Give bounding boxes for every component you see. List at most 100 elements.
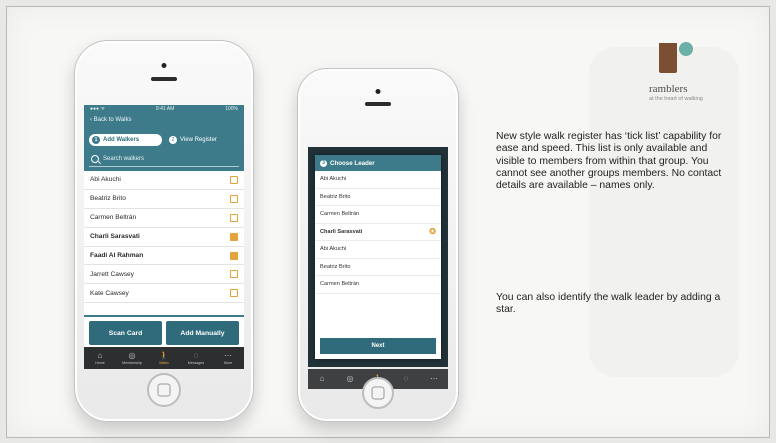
tab-more[interactable]: ⋯ More bbox=[212, 347, 244, 369]
tab-walks-label: Walks bbox=[159, 360, 169, 365]
tab-membership[interactable]: ◎ Membership bbox=[116, 347, 148, 369]
tab-membership[interactable]: ◎ bbox=[336, 369, 364, 389]
member-row[interactable]: Beatriz Brito bbox=[315, 189, 441, 206]
next-button[interactable]: Next bbox=[320, 338, 436, 354]
member-name: Abi Akuchi bbox=[320, 246, 347, 253]
search-icon bbox=[91, 155, 99, 163]
checkbox[interactable] bbox=[230, 289, 238, 298]
tab-messages-label: Messages bbox=[187, 360, 205, 365]
tab-membership-label: Membership bbox=[122, 360, 142, 365]
choose-leader-dialog: 3 Choose Leader Abi Akuchi Beatriz Brito… bbox=[315, 155, 441, 359]
status-bar: ●●● ᯤ 9:41 AM 100% bbox=[84, 105, 244, 115]
walker-row[interactable]: Abi Akuchi bbox=[84, 171, 244, 190]
member-row[interactable]: Abi Akuchi bbox=[315, 171, 441, 189]
member-name: Beatriz Brito bbox=[320, 193, 351, 200]
tab-view-register[interactable]: 2 View Register bbox=[166, 134, 239, 146]
membership-icon: ◎ bbox=[346, 374, 354, 383]
walker-icon: 🚶 bbox=[159, 350, 169, 360]
member-name: Abi Akuchi bbox=[320, 176, 347, 183]
messages-icon: ◌ bbox=[193, 350, 199, 360]
member-row[interactable]: Charli Sarasvati ✪ bbox=[315, 224, 441, 241]
walker-name: Abi Akuchi bbox=[90, 176, 121, 184]
action-bar: Scan Card Add Manually bbox=[84, 317, 244, 349]
more-icon: ⋯ bbox=[430, 374, 438, 383]
member-name: Carmen Beltrán bbox=[320, 281, 360, 288]
phone-choose-leader: 3 Choose Leader Abi Akuchi Beatriz Brito… bbox=[297, 68, 459, 422]
earpiece-speaker bbox=[151, 77, 177, 81]
step-number: 1 bbox=[92, 136, 100, 144]
search-placeholder: Search walkers bbox=[103, 156, 145, 162]
member-row[interactable]: Carmen Beltrán bbox=[315, 206, 441, 224]
tab-home-label: Home bbox=[95, 360, 105, 365]
walker-row[interactable]: Jarrett Cawsey bbox=[84, 265, 244, 285]
logo-r-mark bbox=[659, 43, 677, 73]
walker-list: Abi Akuchi Beatriz Brito Carmen Beltrán … bbox=[84, 171, 244, 315]
home-button[interactable] bbox=[147, 373, 181, 407]
walk-register-screen: ●●● ᯤ 9:41 AM 100% ‹ Back to Walks 1 Add… bbox=[84, 105, 244, 369]
step-number: 2 bbox=[169, 136, 177, 144]
member-name: Beatriz Brito bbox=[320, 263, 351, 270]
back-to-walks-link[interactable]: ‹ Back to Walks bbox=[84, 115, 244, 132]
walker-row[interactable]: Carmen Beltrán bbox=[84, 209, 244, 228]
dialog-header: 3 Choose Leader bbox=[315, 155, 441, 171]
tab-messages[interactable]: ◌ Messages bbox=[180, 347, 212, 369]
clock: 9:41 AM bbox=[155, 106, 175, 112]
ramblers-logo: ramblers at the heart of walking bbox=[646, 38, 736, 112]
caption-walk-leader: You can also identify the walk leader by… bbox=[496, 292, 721, 316]
tab-more[interactable]: ⋯ bbox=[420, 369, 448, 389]
choose-leader-screen: 3 Choose Leader Abi Akuchi Beatriz Brito… bbox=[308, 147, 448, 367]
walker-name: Charli Sarasvati bbox=[90, 233, 140, 241]
messages-icon: ◌ bbox=[403, 374, 409, 383]
earpiece-speaker bbox=[365, 102, 391, 106]
scan-card-button[interactable]: Scan Card bbox=[89, 321, 162, 345]
walker-name: Beatriz Brito bbox=[90, 195, 126, 203]
more-icon: ⋯ bbox=[224, 350, 232, 360]
front-camera bbox=[375, 89, 381, 94]
membership-icon: ◎ bbox=[128, 350, 136, 360]
member-name: Charli Sarasvati bbox=[320, 228, 363, 235]
dialog-title: Choose Leader bbox=[330, 159, 375, 167]
tab-home[interactable]: ⌂ Home bbox=[84, 347, 116, 369]
member-row[interactable]: Abi Akuchi bbox=[315, 241, 441, 259]
home-button-icon bbox=[371, 386, 385, 400]
tab-home[interactable]: ⌂ bbox=[308, 369, 336, 389]
member-row[interactable]: Beatriz Brito bbox=[315, 259, 441, 276]
checkbox[interactable] bbox=[230, 251, 238, 260]
home-button-icon bbox=[157, 383, 171, 397]
checkbox[interactable] bbox=[230, 232, 238, 241]
leader-star-icon[interactable]: ✪ bbox=[429, 227, 436, 236]
tab-walks[interactable]: 🚶 Walks bbox=[148, 347, 180, 369]
walker-name: Faadi Al Rahman bbox=[90, 252, 144, 259]
back-label: Back to Walks bbox=[93, 117, 132, 123]
logo-dot bbox=[679, 42, 693, 56]
front-camera bbox=[161, 63, 167, 68]
signal-status: ●●● ᯤ bbox=[90, 106, 106, 112]
member-row[interactable]: Carmen Beltrán bbox=[315, 276, 441, 294]
walker-name: Kate Cawsey bbox=[90, 289, 129, 297]
home-button[interactable] bbox=[362, 377, 394, 409]
walker-row[interactable]: Kate Cawsey bbox=[84, 284, 244, 304]
checkbox[interactable] bbox=[230, 194, 238, 203]
caption-tick-list: New style walk register has ‘tick list’ … bbox=[496, 131, 722, 192]
tab-more-label: More bbox=[223, 360, 233, 365]
home-icon: ⌂ bbox=[97, 350, 103, 360]
add-manually-button[interactable]: Add Manually bbox=[166, 321, 239, 345]
tab-label: View Register bbox=[180, 137, 217, 143]
walker-name: Carmen Beltrán bbox=[90, 214, 137, 222]
checkbox[interactable] bbox=[230, 213, 238, 222]
walker-row[interactable]: Faadi Al Rahman bbox=[84, 247, 244, 266]
register-tabs: 1 Add Walkers 2 View Register bbox=[84, 132, 244, 148]
battery-status: 100% bbox=[225, 106, 238, 112]
tab-label: Add Walkers bbox=[103, 137, 140, 143]
step-number: 3 bbox=[320, 159, 327, 167]
walker-row[interactable]: Charli Sarasvati bbox=[84, 228, 244, 247]
logo-tagline: at the heart of walking bbox=[649, 96, 703, 102]
search-input[interactable]: Search walkers bbox=[89, 152, 239, 167]
walker-name: Jarrett Cawsey bbox=[90, 270, 134, 278]
tab-add-walkers[interactable]: 1 Add Walkers bbox=[89, 134, 162, 146]
tab-messages[interactable]: ◌ bbox=[392, 369, 420, 389]
checkbox[interactable] bbox=[230, 270, 238, 279]
checkbox[interactable] bbox=[230, 175, 238, 184]
walker-row[interactable]: Beatriz Brito bbox=[84, 190, 244, 209]
member-name: Carmen Beltrán bbox=[320, 211, 360, 218]
